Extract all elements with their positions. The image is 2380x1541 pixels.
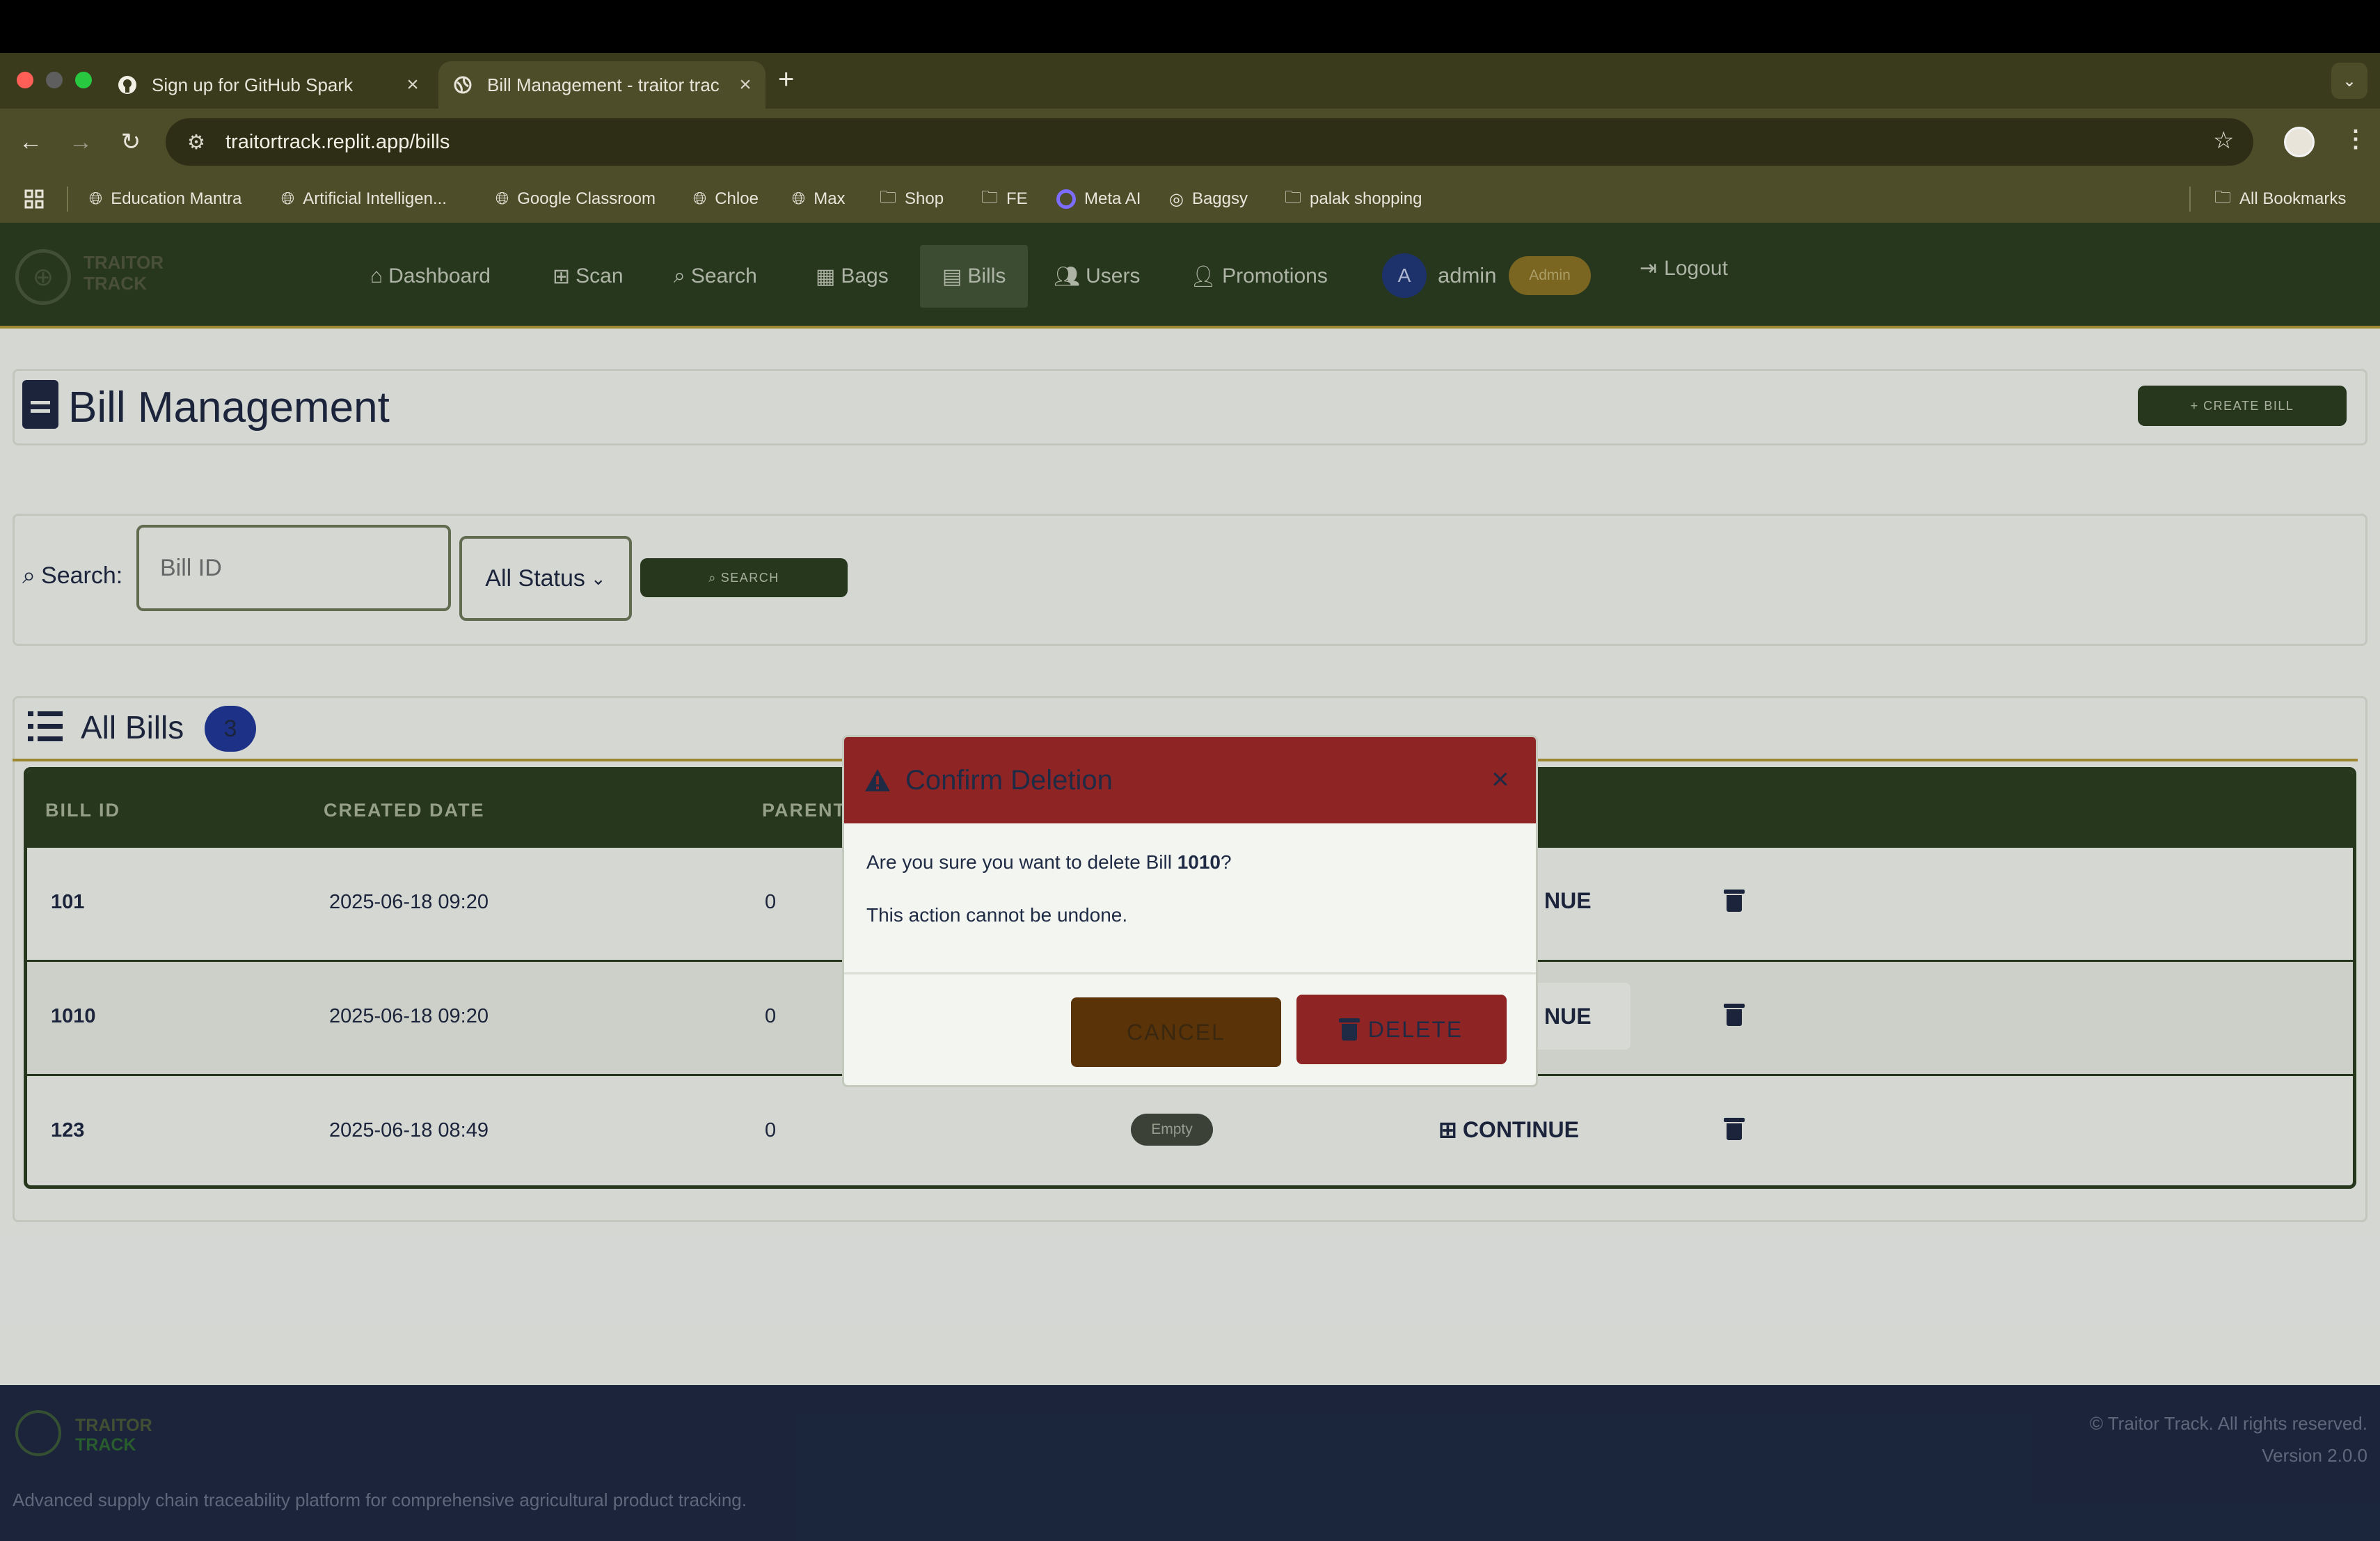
globe-icon: [452, 74, 473, 95]
close-icon[interactable]: ×: [1491, 762, 1509, 797]
reload-icon[interactable]: ↻: [113, 124, 149, 160]
url-text: traitortrack.replit.app/bills: [225, 130, 450, 153]
confirm-deletion-modal: Confirm Deletion × Are you sure you want…: [842, 735, 1538, 1087]
bookmark-palak-shopping[interactable]: 🗀 palak shopping: [1285, 185, 1422, 213]
meta-ai-icon: [1056, 189, 1076, 209]
close-tab-icon[interactable]: ×: [402, 73, 423, 97]
bookmark-shop[interactable]: 🗀 Shop: [880, 185, 944, 213]
close-tab-icon[interactable]: ×: [735, 73, 756, 97]
delete-button[interactable]: DELETE: [1296, 995, 1507, 1064]
bookmarks-separator: [67, 187, 68, 212]
globe-icon: 🌐︎: [281, 189, 295, 208]
cancel-button[interactable]: CANCEL: [1071, 997, 1281, 1067]
bill-id-highlight: 1010: [1177, 851, 1221, 873]
modal-title: Confirm Deletion: [905, 765, 1113, 796]
forward-icon[interactable]: →: [63, 124, 99, 160]
folder-icon: 🗀: [880, 187, 896, 207]
back-icon[interactable]: ←: [13, 124, 49, 160]
folder-icon: 🗀: [981, 187, 998, 207]
bookmarks-separator: [2189, 187, 2191, 212]
minimize-window-button[interactable]: [46, 72, 63, 88]
modal-body: Are you sure you want to delete Bill 101…: [866, 851, 1514, 957]
trash-icon: [1338, 1018, 1360, 1041]
globe-icon: 🌐︎: [89, 189, 103, 208]
tab-bill-management[interactable]: Bill Management - traitor trac ×: [438, 61, 765, 109]
bookmark-fe[interactable]: 🗀 FE: [981, 185, 1028, 213]
bookmark-baggsy[interactable]: ◎ Baggsy: [1169, 185, 1248, 213]
warning-note: This action cannot be undone.: [866, 904, 1128, 926]
site-settings-icon[interactable]: ⚙: [175, 130, 217, 155]
warning-icon: [865, 769, 890, 791]
bookmark-max[interactable]: 🌐︎ Max: [792, 185, 846, 213]
bookmark-meta-ai[interactable]: Meta AI: [1056, 185, 1141, 213]
globe-icon: 🌐︎: [495, 189, 509, 208]
folder-icon: 🗀: [1285, 187, 1301, 207]
tab-title: Bill Management - traitor trac: [487, 74, 720, 95]
modal-divider: [844, 972, 1536, 974]
browser-menu-icon[interactable]: ⋮: [2344, 125, 2367, 153]
bookmark-chloe[interactable]: 🌐︎ Chloe: [693, 185, 759, 213]
github-icon: [117, 74, 138, 95]
profile-avatar[interactable]: [2284, 127, 2315, 157]
os-top-bar: [0, 0, 2380, 53]
all-bookmarks[interactable]: 🗀 All Bookmarks: [2214, 185, 2346, 213]
bookmark-artificial-intelligence[interactable]: 🌐︎ Artificial Intelligen...: [281, 185, 447, 213]
tab-title: Sign up for GitHub Spark: [152, 74, 354, 95]
new-tab-button[interactable]: +: [778, 64, 794, 95]
confirm-message: Are you sure you want to delete Bill 101…: [866, 851, 1232, 873]
globe-icon: 🌐︎: [693, 189, 707, 208]
address-bar[interactable]: ⚙ traitortrack.replit.app/bills: [166, 118, 2253, 166]
baggsy-icon: ◎: [1169, 189, 1184, 209]
bookmark-star-icon[interactable]: ☆: [2213, 127, 2234, 155]
bookmark-education-mantra[interactable]: 🌐︎ Education Mantra: [89, 185, 241, 213]
maximize-window-button[interactable]: [75, 72, 92, 88]
close-window-button[interactable]: [17, 72, 33, 88]
apps-grid-icon[interactable]: [24, 185, 45, 213]
tab-github-spark[interactable]: Sign up for GitHub Spark ×: [117, 61, 423, 109]
bookmark-google-classroom[interactable]: 🌐︎ Google Classroom: [495, 185, 656, 213]
tab-search-button[interactable]: ⌄: [2331, 63, 2367, 99]
folder-icon: 🗀: [2214, 187, 2231, 207]
globe-icon: 🌐︎: [792, 189, 806, 208]
